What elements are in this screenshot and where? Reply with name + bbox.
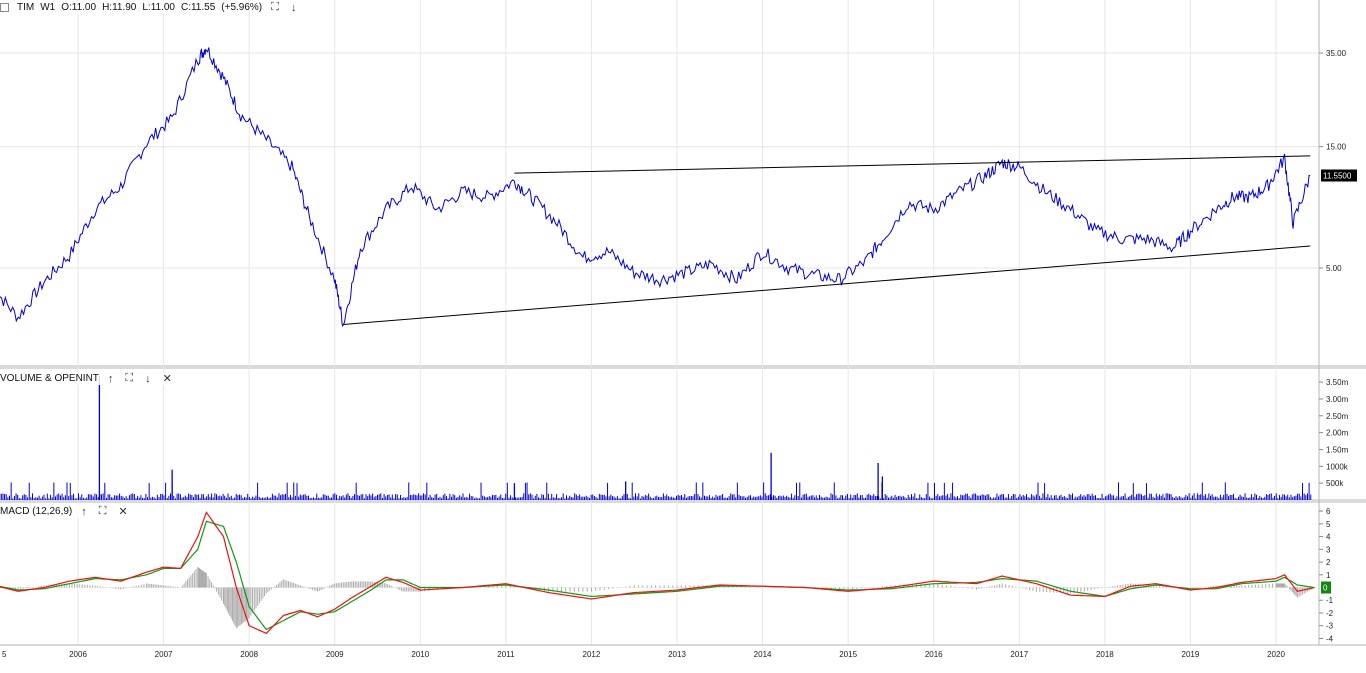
volume-tick-label: 2.50m xyxy=(1326,412,1349,421)
price-tick-label: 15.00 xyxy=(1326,143,1347,152)
down-arrow-icon[interactable]: ↓ xyxy=(142,373,154,385)
macd-tick-label: 3 xyxy=(1326,545,1331,554)
volume-panel-title: VOLUME & OPENINT xyxy=(0,373,99,384)
x-tick-label: 2014 xyxy=(754,650,772,659)
expand-icon[interactable]: ⛶ xyxy=(268,1,282,14)
x-tick-label: 2015 xyxy=(839,650,857,659)
x-tick-label: 2008 xyxy=(240,650,258,659)
macd-tick-label: 2 xyxy=(1326,558,1331,567)
x-tick-label: 2017 xyxy=(1010,650,1028,659)
x-tick-label: 2016 xyxy=(925,650,943,659)
macd-tick-label: 6 xyxy=(1326,507,1331,516)
volume-tick-label: 1000k xyxy=(1326,462,1349,471)
macd-tick-label: -4 xyxy=(1326,634,1334,643)
macd-tick-label: -1 xyxy=(1326,596,1334,605)
up-arrow-icon[interactable]: ↑ xyxy=(78,506,90,518)
volume-tick-label: 500k xyxy=(1326,479,1344,488)
x-tick-label: 2020 xyxy=(1267,650,1285,659)
x-tick-label: 5 xyxy=(2,650,7,659)
down-arrow-icon[interactable]: ↓ xyxy=(288,2,300,14)
macd-last-label: 0 xyxy=(1323,584,1328,593)
macd-tick-label: 1 xyxy=(1326,571,1331,580)
last-price-label: 11.5500 xyxy=(1323,171,1352,180)
chart-background xyxy=(0,0,1366,670)
volume-tick-label: 3.50m xyxy=(1326,378,1349,387)
close-icon[interactable]: ✕ xyxy=(160,372,175,385)
expand-icon[interactable]: ⛶ xyxy=(122,372,136,385)
x-tick-label: 2010 xyxy=(411,650,429,659)
x-tick-label: 2011 xyxy=(497,650,515,659)
up-arrow-icon[interactable]: ↑ xyxy=(105,373,117,385)
chart-root: 35.00 15.00 5.00 11.5500 3.50m 3.00m 2.50m 2.00… xyxy=(0,0,1366,670)
volume-tick-label: 1.50m xyxy=(1326,445,1349,454)
low-value: L:11.00 xyxy=(142,2,175,13)
x-tick-label: 2018 xyxy=(1096,650,1114,659)
x-tick-label: 2007 xyxy=(155,650,173,659)
chart-svg: 35.00 15.00 5.00 11.5500 3.50m 3.00m 2.50m 2.00… xyxy=(0,0,1366,670)
price-panel-header: TIM W1 O:11.00 H:11.90 L:11.00 C:11.55 (… xyxy=(0,1,300,14)
close-value: C:11.55 xyxy=(180,2,216,13)
x-tick-label: 2019 xyxy=(1182,650,1200,659)
symbol-label: TIM xyxy=(17,2,35,13)
interval-label: W1 xyxy=(40,2,56,13)
price-tick-label: 5.00 xyxy=(1326,264,1342,273)
volume-panel-header: VOLUME & OPENINT ↑ ⛶ ↓ ✕ xyxy=(0,372,175,385)
macd-panel-title: MACD (12,26,9) xyxy=(0,506,73,517)
change-value: (+5.96%) xyxy=(221,2,263,13)
x-tick-label: 2009 xyxy=(326,650,344,659)
x-tick-label: 2006 xyxy=(69,650,87,659)
open-value: O:11.00 xyxy=(61,2,97,13)
volume-tick-label: 2.00m xyxy=(1326,429,1349,438)
expand-icon[interactable]: ⛶ xyxy=(96,505,110,518)
price-tick-label: 35.00 xyxy=(1326,49,1347,58)
high-value: H:11.90 xyxy=(102,2,137,13)
macd-panel-header: MACD (12,26,9) ↑ ⛶ ✕ xyxy=(0,505,131,518)
macd-tick-label: -2 xyxy=(1326,609,1334,618)
macd-tick-label: 5 xyxy=(1326,520,1331,529)
macd-tick-label: 4 xyxy=(1326,533,1331,542)
volume-tick-label: 3.00m xyxy=(1326,395,1349,404)
close-icon[interactable]: ✕ xyxy=(115,505,130,518)
x-tick-label: 2013 xyxy=(668,650,686,659)
x-tick-label: 2012 xyxy=(583,650,601,659)
collapse-icon[interactable] xyxy=(0,3,9,12)
macd-tick-label: -3 xyxy=(1326,622,1334,631)
